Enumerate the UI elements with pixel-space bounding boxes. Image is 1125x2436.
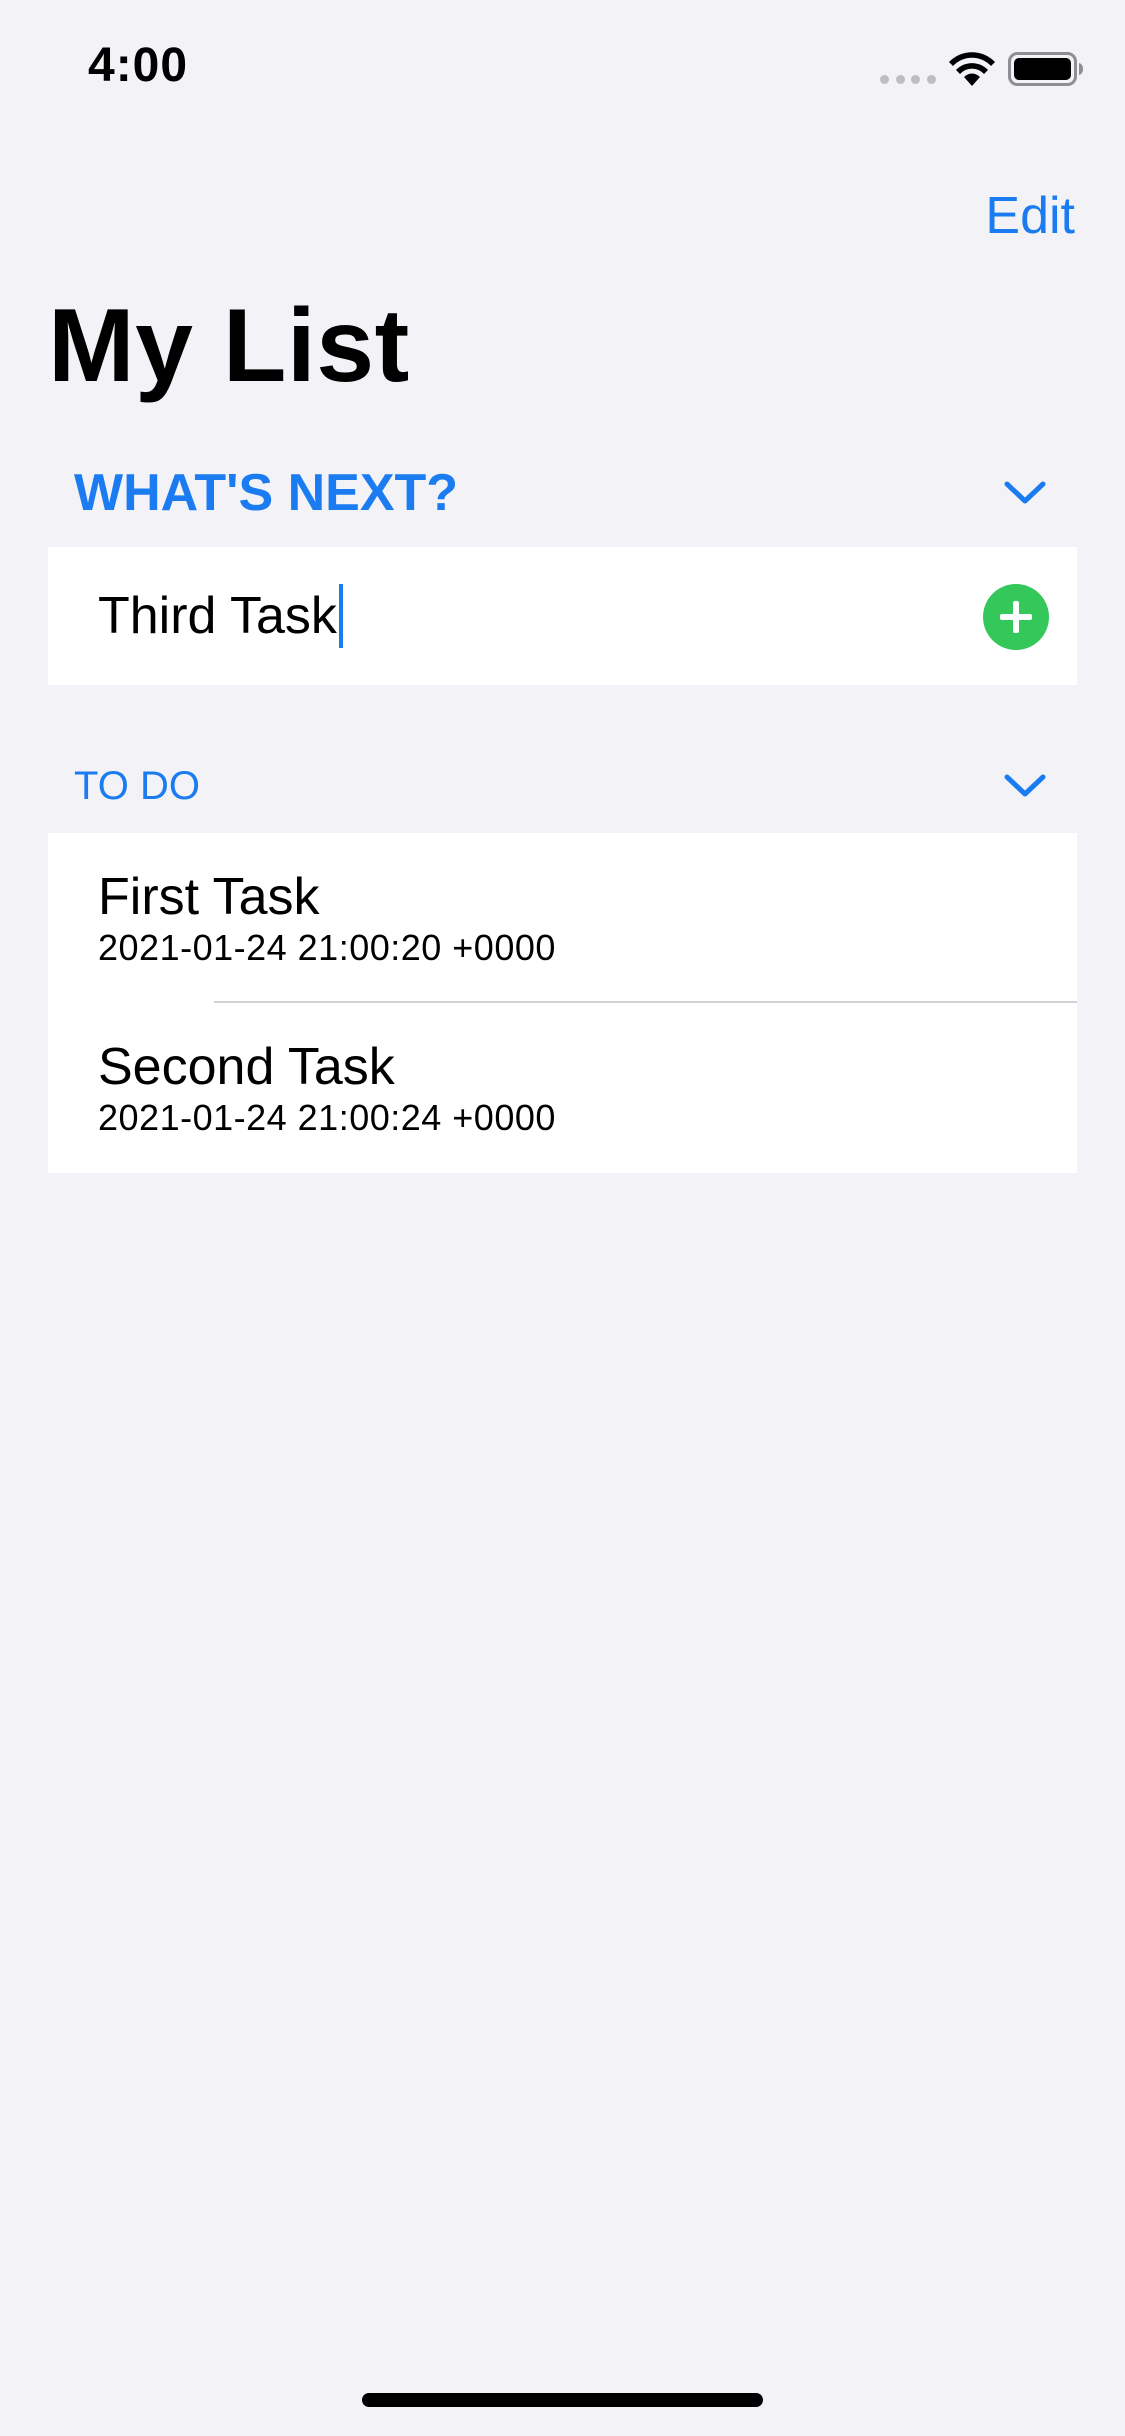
task-title: Second Task <box>98 1038 395 1096</box>
whats-next-header[interactable]: WHAT'S NEXT? <box>48 458 1077 528</box>
status-time: 4:00 <box>88 39 189 92</box>
battery-icon <box>1008 52 1083 86</box>
new-task-input[interactable]: Third Task <box>98 584 343 648</box>
chevron-down-icon[interactable] <box>1003 772 1047 800</box>
home-indicator[interactable] <box>362 2393 763 2407</box>
chevron-down-icon[interactable] <box>1003 479 1047 507</box>
list-item[interactable]: Second Task 2021-01-24 21:00:24 +0000 <box>48 1003 1077 1173</box>
list-item[interactable]: First Task 2021-01-24 21:00:20 +0000 <box>48 833 1077 1003</box>
wifi-icon <box>949 52 995 86</box>
new-task-card: Third Task <box>48 547 1077 685</box>
text-caret <box>338 584 343 648</box>
task-list: First Task 2021-01-24 21:00:20 +0000 Sec… <box>48 833 1077 1173</box>
todo-header[interactable]: TO DO <box>48 756 1077 816</box>
task-title: First Task <box>98 868 320 926</box>
task-date: 2021-01-24 21:00:20 +0000 <box>98 927 556 968</box>
signal-dots-icon <box>880 75 936 84</box>
task-date: 2021-01-24 21:00:24 +0000 <box>98 1097 556 1138</box>
new-task-input-value: Third Task <box>98 587 337 645</box>
edit-button[interactable]: Edit <box>985 186 1075 246</box>
todo-label: TO DO <box>74 763 200 808</box>
page-title: My List <box>48 288 410 404</box>
whats-next-label: WHAT'S NEXT? <box>74 464 459 522</box>
plus-circle-icon[interactable] <box>983 584 1049 650</box>
